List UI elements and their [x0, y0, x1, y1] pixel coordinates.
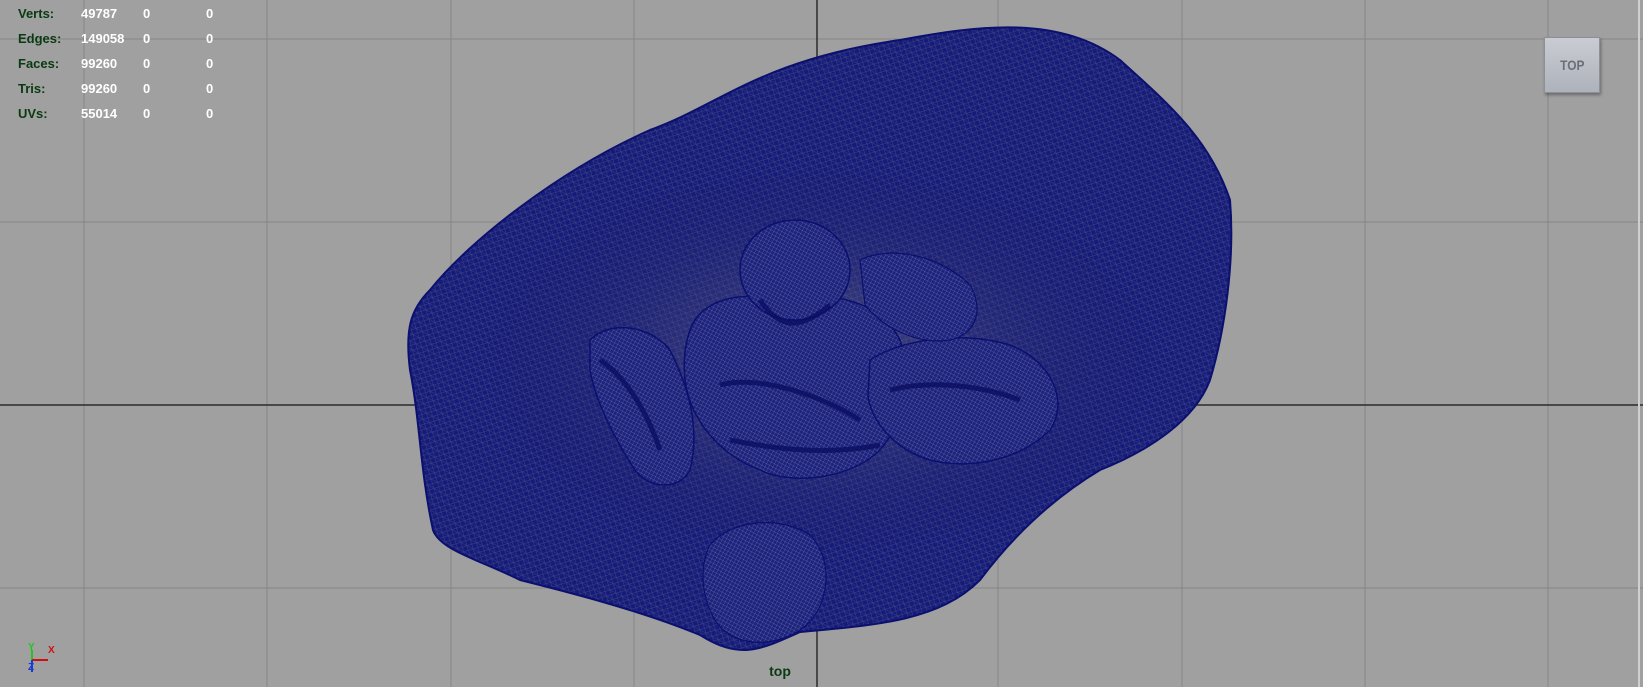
hud-value: 0	[143, 6, 151, 21]
hud-value: 99260	[81, 81, 118, 96]
hud-value: 0	[206, 6, 214, 21]
hud-value: 55014	[81, 106, 118, 121]
viewcube-top-face[interactable]: TOP	[1544, 37, 1600, 93]
camera-name-label: top	[769, 663, 791, 679]
hud-value: 99260	[81, 56, 118, 71]
hud-label: Faces:	[18, 56, 60, 71]
hud-value: 0	[206, 31, 214, 46]
mesh-feet[interactable]	[702, 522, 827, 643]
hud-value: 0	[143, 106, 151, 121]
hud-label: UVs:	[18, 106, 48, 121]
axis-gizmo-icon: Y X Z	[28, 642, 55, 673]
hud-label: Tris:	[18, 81, 46, 96]
poly-count-hud: Verts: 49787 0 0 Edges: 149058 0 0 Faces…	[18, 1, 226, 126]
hud-value: 149058	[81, 31, 125, 46]
axis-z-label: Z	[28, 662, 34, 673]
hud-value: 0	[206, 106, 214, 121]
hud-row-verts: Verts: 49787 0 0	[18, 1, 226, 26]
axis-x-label: X	[48, 645, 55, 656]
hud-value: 0	[143, 31, 151, 46]
hud-value: 0	[143, 81, 151, 96]
hud-row-uvs: UVs: 55014 0 0	[18, 101, 226, 126]
mesh-head[interactable]	[739, 219, 851, 321]
hud-value: 0	[206, 56, 214, 71]
axis-y-label: Y	[28, 642, 35, 653]
hud-value: 0	[206, 81, 214, 96]
wireframe-mesh[interactable]	[407, 26, 1233, 651]
hud-value: 0	[143, 56, 151, 71]
top-viewport[interactable]: Verts: 49787 0 0 Edges: 149058 0 0 Faces…	[0, 0, 1643, 687]
hud-row-edges: Edges: 149058 0 0	[18, 26, 226, 51]
hud-row-tris: Tris: 99260 0 0	[18, 76, 226, 101]
viewcube-label: TOP	[1559, 57, 1585, 73]
hud-label: Verts:	[18, 6, 55, 21]
hud-label: Edges:	[18, 31, 62, 46]
hud-value: 49787	[81, 6, 118, 21]
hud-row-faces: Faces: 99260 0 0	[18, 51, 226, 76]
viewport-canvas[interactable]	[0, 0, 1643, 687]
